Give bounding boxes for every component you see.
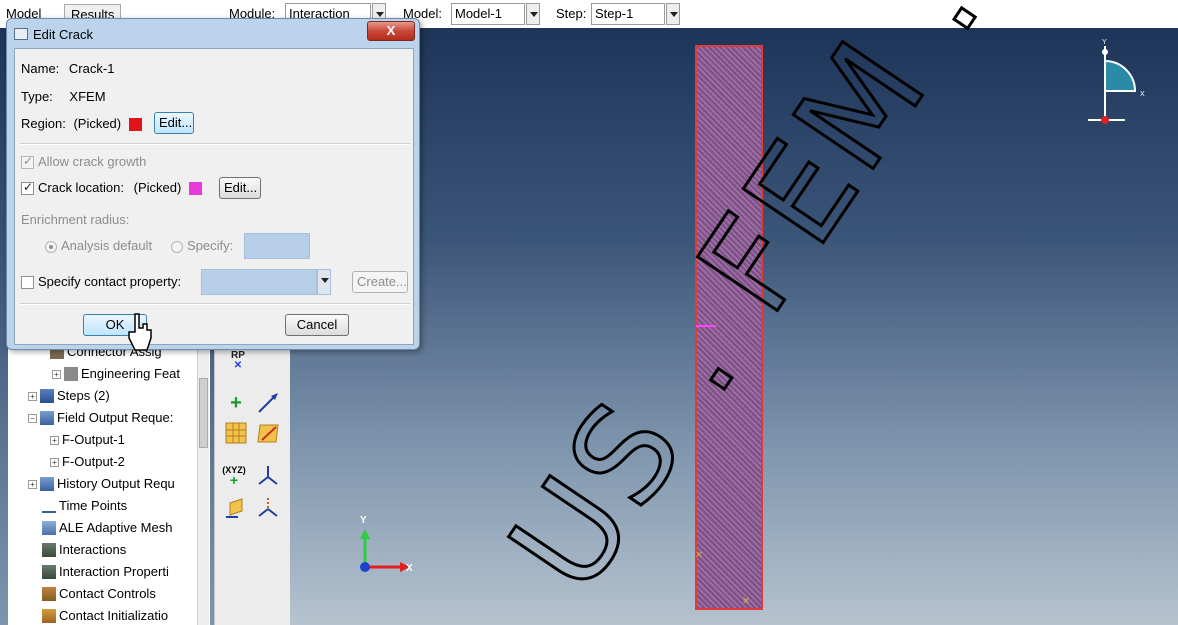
dialog-title: Edit Crack — [33, 27, 93, 42]
watermark-text: US . FEM . — [481, 0, 1013, 618]
analysis-default-radio[interactable]: Analysis default — [45, 238, 152, 253]
crack-location-color-swatch — [188, 182, 202, 196]
name-label: Name: — [21, 61, 60, 76]
hand-cursor-icon — [128, 313, 152, 351]
region-color-swatch — [128, 118, 142, 132]
contact-property-dropdown-icon[interactable] — [317, 269, 331, 295]
dialog-body: Name: Crack-1 Type: XFEM Region: (Picked… — [14, 48, 414, 345]
checkbox-icon[interactable] — [21, 276, 34, 290]
crack-location-value: (Picked) — [133, 180, 182, 195]
region-label: Region: — [21, 116, 66, 131]
radio-icon[interactable] — [171, 240, 183, 253]
specify-contact-property-checkbox[interactable]: Specify contact property: — [21, 274, 181, 290]
specify-radio[interactable]: Specify: — [171, 238, 233, 253]
close-button[interactable]: X — [367, 21, 415, 41]
cancel-button[interactable]: Cancel — [285, 314, 349, 336]
name-value: Crack-1 — [68, 61, 115, 76]
checkbox-icon[interactable] — [21, 154, 34, 170]
name-row: Name: Crack-1 — [21, 61, 114, 76]
type-value: XFEM — [69, 89, 106, 104]
region-edit-button[interactable]: Edit... — [154, 112, 194, 134]
separator — [20, 303, 410, 305]
region-value: (Picked) — [73, 116, 122, 131]
window-icon — [14, 28, 28, 40]
enrichment-radius-input[interactable] — [244, 233, 310, 259]
type-row: Type: XFEM — [21, 89, 106, 104]
allow-crack-growth-checkbox[interactable]: Allow crack growth — [21, 154, 146, 170]
radio-icon[interactable] — [45, 240, 57, 253]
contact-property-select[interactable] — [201, 269, 317, 295]
region-row: Region: (Picked) — [21, 116, 146, 132]
type-label: Type: — [21, 89, 53, 104]
create-button[interactable]: Create... — [352, 271, 408, 293]
checkbox-icon[interactable] — [21, 180, 34, 196]
edit-crack-dialog: Edit Crack X Name: Crack-1 Type: XFEM Re… — [6, 18, 420, 350]
crack-location-checkbox[interactable]: Crack location: (Picked) — [21, 180, 206, 196]
crack-location-edit-button[interactable]: Edit... — [219, 177, 261, 199]
enrichment-radius-label: Enrichment radius: — [21, 212, 130, 227]
separator — [20, 143, 410, 145]
